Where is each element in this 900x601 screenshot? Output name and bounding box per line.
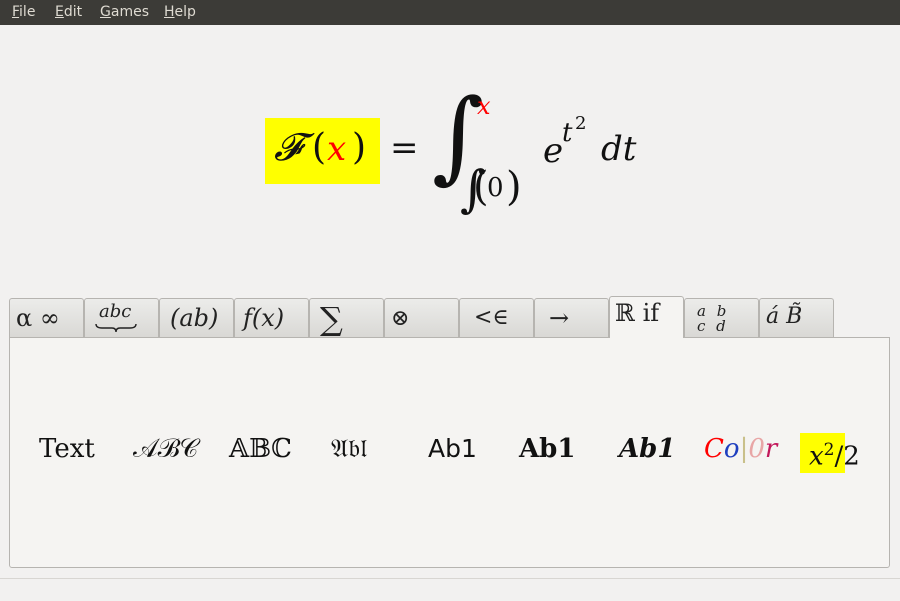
lower-rparen: )	[506, 164, 522, 210]
menu-file[interactable]: File	[12, 4, 35, 20]
formula-display[interactable]: 𝓕 ( x ) = ∫ x ∫ ( 0 ) e t 2 dt	[0, 25, 900, 295]
formula-rparen: )	[352, 127, 367, 168]
tab-relations[interactable]: <∈	[459, 298, 534, 337]
menu-edit[interactable]: Edit	[55, 4, 82, 20]
tab-accents[interactable]: á B̃	[759, 298, 834, 337]
style-bold[interactable]: Ab1	[519, 434, 575, 464]
formula-function: 𝓕	[274, 125, 303, 169]
style-blackboard[interactable]: 𝔸𝔹ℂ	[229, 434, 292, 464]
underbrace-icon	[95, 323, 137, 333]
upper-limit: x	[477, 92, 491, 120]
symbol-panel: Text 𝒜ℬ𝒞 𝔸𝔹ℂ 𝔄𝔟𝔩 Ab1 Ab1 Ab1 Co|0r x2/2	[9, 337, 890, 568]
differential: dt	[601, 129, 637, 169]
style-sans-serif[interactable]: Ab1	[428, 434, 477, 463]
exp-power: 2	[575, 113, 587, 134]
style-text[interactable]: Text	[39, 434, 95, 464]
formula-lparen: (	[312, 127, 327, 168]
tab-matrix[interactable]: a b c d	[684, 298, 759, 337]
symbol-tab-bar: α ∞ abc (ab) f(x) ∑ ⊗ <∈ → ℝ if a b c d …	[9, 296, 839, 338]
style-fraktur[interactable]: 𝔄𝔟𝔩	[331, 434, 367, 465]
tab-arrows[interactable]: →	[534, 298, 609, 337]
style-power[interactable]: x2/2	[809, 440, 860, 472]
lower-limit-value: 0	[487, 173, 504, 203]
style-bold-italic[interactable]: Ab1	[619, 434, 675, 464]
tab-operators[interactable]: ⊗	[384, 298, 459, 337]
menu-games[interactable]: Games	[100, 4, 149, 20]
menu-bar: File Edit Games Help	[0, 0, 900, 25]
style-calligraphic[interactable]: 𝒜ℬ𝒞	[133, 434, 198, 465]
tab-greek-infinity[interactable]: α ∞	[9, 298, 84, 337]
status-bar	[0, 578, 900, 601]
exp-base: e	[543, 131, 564, 171]
menu-help[interactable]: Help	[164, 4, 196, 20]
tab-underbrace[interactable]: abc	[84, 298, 159, 337]
tab-sum[interactable]: ∑	[309, 298, 384, 338]
tab-parentheses[interactable]: (ab)	[159, 298, 234, 337]
formula-equals: =	[390, 128, 419, 168]
formula-variable: x	[327, 129, 347, 169]
exp-variable: t	[562, 118, 573, 148]
style-color[interactable]: Co|0r	[704, 434, 777, 464]
tab-functions[interactable]: f(x)	[234, 298, 309, 337]
tab-styles[interactable]: ℝ if	[609, 296, 684, 338]
